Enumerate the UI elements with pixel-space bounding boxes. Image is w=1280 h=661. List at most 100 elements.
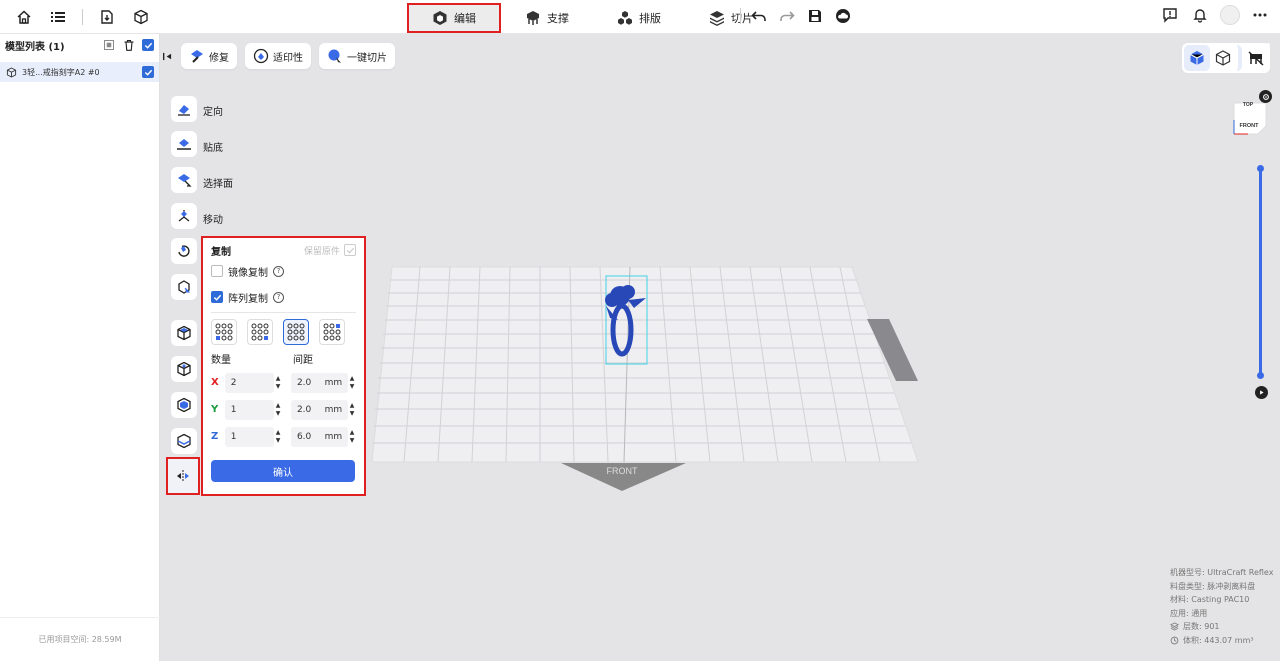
spacing-y-value: 2.0 (296, 404, 312, 415)
select-face-label: 选择面 (203, 179, 233, 190)
undo-icon[interactable] (749, 6, 769, 26)
layer-slider-bottom-handle[interactable] (1257, 372, 1264, 379)
toolbar-divider (82, 9, 83, 25)
array-origin-options (211, 319, 356, 345)
select-all-checkbox[interactable] (142, 39, 154, 51)
layer-slider-top-handle[interactable] (1257, 165, 1264, 172)
scale-tool-button[interactable] (171, 274, 197, 300)
cloud-upload-icon[interactable] (833, 6, 853, 26)
spacing-y-stepper[interactable]: ▲ ▼ (348, 400, 356, 420)
model-checkbox[interactable] (142, 66, 154, 78)
view-cube (1233, 102, 1267, 135)
repair-button[interactable]: 修复 (181, 43, 237, 69)
save-icon[interactable] (805, 6, 825, 26)
layout-icon (618, 11, 632, 25)
hollow-tool-button[interactable] (171, 320, 197, 346)
spacing-z-stepper[interactable]: ▲ ▼ (348, 427, 356, 447)
import-file-icon[interactable] (97, 7, 117, 27)
infill-tool-button[interactable] (171, 392, 197, 418)
avatar[interactable] (1220, 5, 1240, 25)
origin-bottom-left-option[interactable] (211, 319, 237, 345)
lay-flat-tool-button[interactable] (171, 131, 197, 157)
ring-model (605, 285, 646, 357)
one-click-slice-button[interactable]: 一键切片 (319, 43, 395, 69)
count-z-stepper[interactable]: ▲ ▼ (274, 427, 282, 447)
count-y-stepper[interactable]: ▲ ▼ (274, 400, 282, 420)
spacing-x-input[interactable]: 2.0 mm (290, 372, 349, 393)
feedback-icon[interactable] (1160, 5, 1180, 25)
edit-cube-icon (433, 11, 447, 25)
origin-top-right-option[interactable] (319, 319, 345, 345)
one-click-slice-label: 一键切片 (347, 52, 387, 64)
layer-slider[interactable] (1259, 168, 1262, 376)
one-click-slice-icon (328, 49, 341, 63)
fit-view-icon[interactable] (102, 38, 116, 52)
spacing-y-input[interactable]: 2.0 mm (290, 399, 349, 420)
drill-hole-tool-button[interactable] (171, 356, 197, 382)
grid-bottom-left-icon (215, 323, 233, 341)
help-icon[interactable]: ? (273, 265, 284, 277)
top-tool-pills: 修复 适印性 一键切片 (161, 43, 395, 69)
count-x-input[interactable]: 2 (224, 372, 275, 393)
tab-layout[interactable]: 排版 (593, 3, 685, 33)
list-item[interactable]: 3轻...戒指刻字A2 #0 (0, 62, 159, 82)
model-list-title: 模型列表 (1) (5, 41, 65, 53)
model-cube-icon[interactable] (131, 7, 151, 27)
help-icon[interactable]: ? (273, 291, 284, 303)
unit-label: mm (324, 377, 343, 388)
play-icon[interactable] (1255, 386, 1268, 399)
keep-original-checkbox[interactable] (344, 244, 356, 256)
origin-center-option[interactable] (283, 319, 309, 345)
more-options-icon[interactable] (1250, 5, 1270, 25)
tab-support[interactable]: 支撑 (501, 3, 593, 33)
spacing-x-stepper[interactable]: ▲ ▼ (348, 373, 356, 393)
array-copy-option[interactable]: 阵列复制 ? (211, 284, 356, 310)
array-copy-label: 阵列复制 (228, 293, 268, 305)
printability-button[interactable]: 适印性 (245, 43, 311, 69)
count-x-stepper[interactable]: ▲ ▼ (274, 373, 282, 393)
toolbar-divider (740, 8, 741, 24)
collapse-panel-icon[interactable] (161, 44, 173, 68)
spacing-z-input[interactable]: 6.0 mm (290, 426, 349, 447)
mirror-copy-option[interactable]: 镜像复制 ? (211, 258, 356, 284)
count-y-input[interactable]: 1 (224, 399, 275, 420)
transparent-render-button[interactable] (1210, 45, 1236, 71)
lay-flat-icon (177, 139, 191, 150)
copy-panel: 复制 保留原件 镜像复制 ? 阵列复制 ? 数量 间距 X 2 ▲ ▼ 2.0 mm… (201, 236, 366, 496)
notification-bell-icon[interactable] (1190, 5, 1210, 25)
select-face-tool-button[interactable] (171, 167, 197, 193)
machine-model: 机器型号: UltraCraft Reflex (1170, 568, 1274, 577)
move-axes-icon (178, 210, 190, 222)
copy-tool-button[interactable] (166, 457, 200, 495)
tab-edit-label: 编辑 (454, 12, 476, 25)
array-copy-checkbox[interactable] (211, 291, 223, 303)
front-label: FRONT (607, 466, 638, 476)
rotate-tool-button[interactable] (171, 238, 197, 264)
view-cube-settings-icon[interactable] (1259, 90, 1272, 103)
redo-icon[interactable] (777, 6, 797, 26)
menu-list-icon[interactable] (48, 7, 68, 27)
count-z-input[interactable]: 1 (224, 426, 275, 447)
mirror-copy-label: 镜像复制 (228, 267, 268, 279)
hide-support-button[interactable] (1242, 43, 1270, 73)
orient-tool-button[interactable] (171, 96, 197, 122)
mirror-copy-checkbox[interactable] (211, 265, 223, 277)
origin-bottom-right-option[interactable] (247, 319, 273, 345)
keep-original-option[interactable]: 保留原件 (304, 244, 356, 257)
solid-render-button[interactable] (1184, 45, 1210, 71)
delete-trash-icon[interactable] (122, 38, 136, 52)
layers-icon (1170, 622, 1179, 631)
svg-text:TOP: TOP (1243, 102, 1254, 108)
slice-layers-icon (710, 11, 724, 26)
drill-cube-icon (177, 361, 191, 377)
solid-cube-icon (1190, 51, 1204, 65)
confirm-button[interactable]: 确认 (211, 460, 355, 482)
volume-icon (1170, 636, 1179, 645)
axis-row-y: Y 1 ▲ ▼ 2.0 mm ▲ ▼ (211, 396, 356, 423)
move-tool-button[interactable] (171, 203, 197, 229)
tab-edit[interactable]: 编辑 (407, 3, 501, 33)
cut-tool-button[interactable] (171, 428, 197, 454)
model-bounding-box (605, 275, 648, 365)
mode-tabs: 编辑 支撑 排版 切片 (407, 3, 777, 33)
home-icon[interactable] (14, 7, 34, 27)
